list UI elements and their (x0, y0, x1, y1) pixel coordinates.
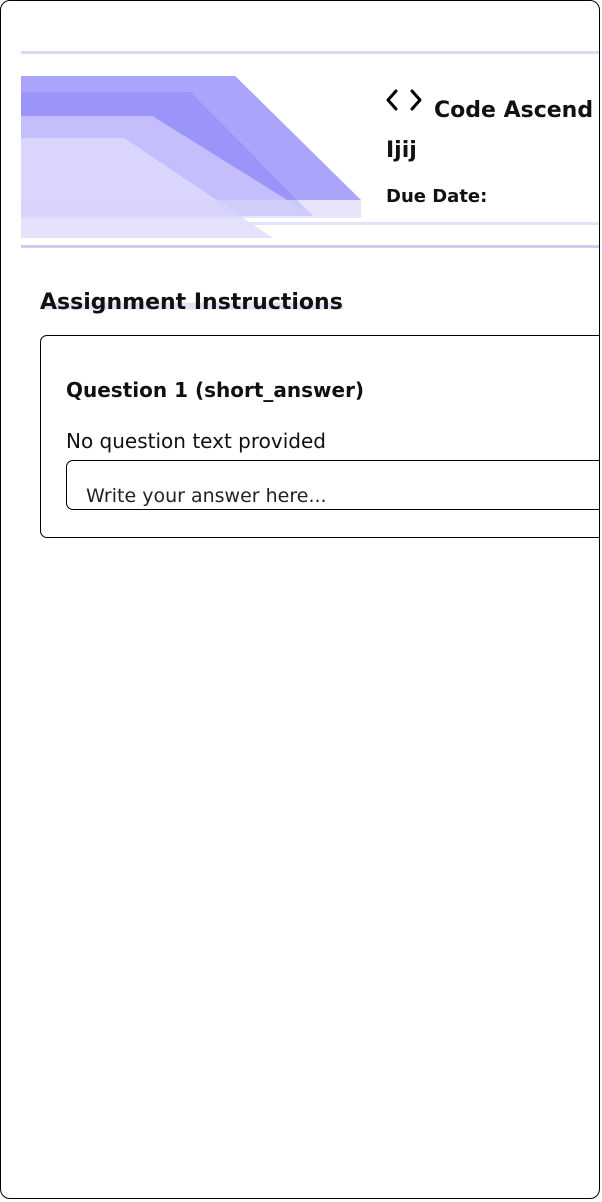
header-divider (21, 222, 599, 225)
question-card: Question 1 (short_answer) No question te… (40, 335, 599, 538)
course-title: Ijij (386, 138, 417, 163)
header-decor-band (21, 200, 361, 218)
answer-placeholder: Write your answer here... (86, 485, 327, 507)
assignment-header: Code Ascend Ijij Due Date: (21, 51, 599, 248)
answer-input[interactable]: Write your answer here... (66, 460, 599, 510)
code-brackets-icon (386, 89, 422, 111)
page-frame: Code Ascend Ijij Due Date: Assignment In… (0, 0, 600, 1199)
due-date-label: Due Date: (386, 186, 488, 207)
brand: Code Ascend (386, 86, 593, 126)
instructions-title: Assignment Instructions (40, 288, 343, 318)
brand-name: Code Ascend (434, 98, 594, 123)
question-text: No question text provided (66, 429, 326, 453)
question-title: Question 1 (short_answer) (66, 378, 365, 402)
